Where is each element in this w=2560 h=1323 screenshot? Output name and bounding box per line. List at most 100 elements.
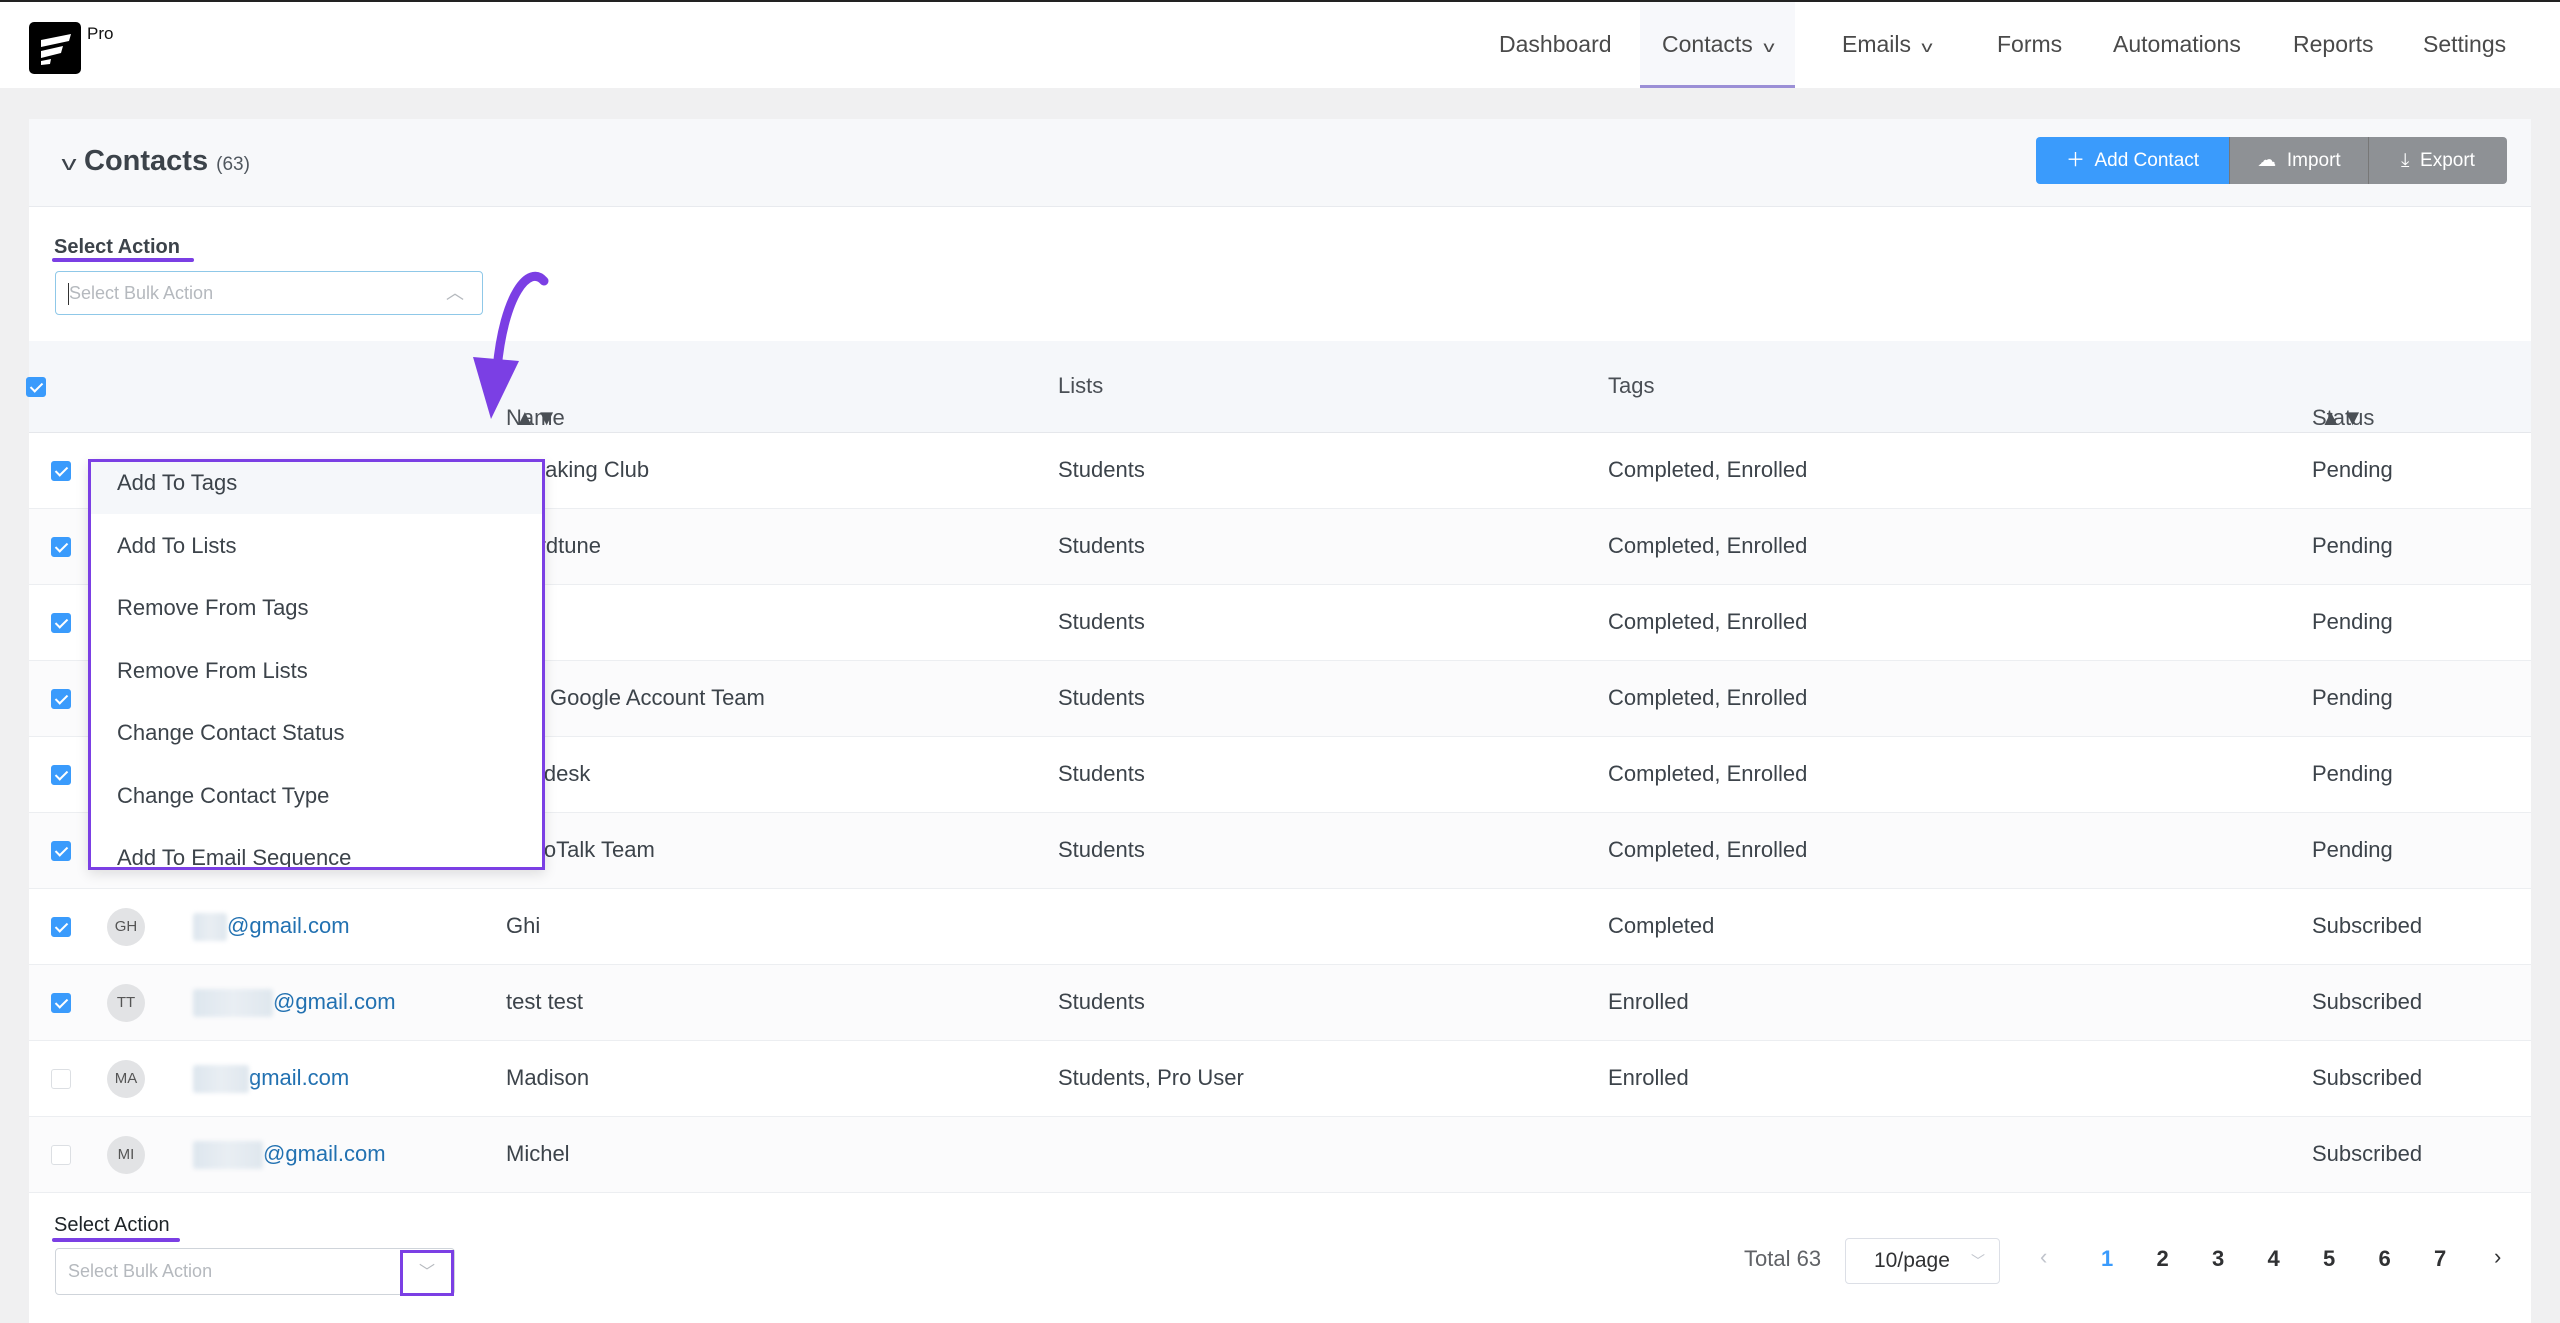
page-size-select[interactable]: 10/page ﹀ — [1845, 1238, 2000, 1284]
download-icon: ⤓ — [2401, 150, 2410, 171]
sort-icon: ▲▼ — [2320, 405, 2364, 430]
contact-status: Pending — [2312, 761, 2393, 786]
chevron-down-icon[interactable]: ﹀ — [400, 1250, 454, 1296]
page-2-button[interactable]: 2 — [2157, 1246, 2169, 1272]
nav-automations[interactable]: Automations — [2113, 2, 2241, 88]
contact-status: Pending — [2312, 457, 2393, 482]
table-row[interactable]: TT @gmail.com test test Students Enrolle… — [29, 965, 2531, 1041]
import-button[interactable]: ☁ Import — [2229, 137, 2368, 184]
prev-page-button[interactable]: ‹ — [2040, 1244, 2047, 1270]
bulk-action-select[interactable]: Select Bulk Action ︿ — [55, 271, 483, 315]
table-row[interactable]: MA gmail.com Madison Students, Pro User … — [29, 1041, 2531, 1117]
dropdown-option[interactable]: Change Contact Status — [91, 702, 542, 764]
contact-tags: Enrolled — [1608, 989, 1689, 1014]
page-5-button[interactable]: 5 — [2323, 1246, 2335, 1272]
contact-email[interactable]: @gmail.com — [193, 1141, 386, 1170]
logo[interactable] — [29, 22, 81, 74]
row-checkbox[interactable] — [51, 993, 71, 1013]
row-checkbox[interactable] — [51, 613, 71, 633]
top-nav: Pro Dashboard Contacts v Emails v Forms Automa… — [0, 2, 2560, 88]
nav-reports[interactable]: Reports — [2293, 2, 2374, 88]
row-checkbox[interactable] — [51, 537, 71, 557]
chevron-down-icon: ﹀ — [1971, 1253, 1985, 1269]
row-checkbox[interactable] — [51, 461, 71, 481]
export-button[interactable]: ⤓ Export — [2368, 137, 2507, 184]
annotation-underline — [52, 1238, 180, 1242]
contact-name: Madison — [506, 1065, 590, 1090]
contact-lists: Students — [1058, 989, 1145, 1014]
bulk-action-select-bottom[interactable]: Select Bulk Action — [55, 1248, 455, 1295]
contact-email[interactable]: @gmail.com — [193, 913, 350, 942]
redacted-email — [193, 1141, 263, 1170]
contact-name: Ghi — [506, 913, 541, 938]
plus-icon: ＋ — [2065, 150, 2085, 171]
page-title[interactable]: v Contacts (63) — [62, 145, 250, 178]
contact-status: Pending — [2312, 685, 2393, 710]
contact-name: test test — [506, 989, 584, 1014]
add-contact-button[interactable]: ＋ Add Contact — [2036, 137, 2229, 184]
dropdown-option[interactable]: Add To Tags — [91, 462, 542, 514]
column-tags: Tags — [1608, 373, 1655, 398]
contact-lists: Students, Pro User — [1058, 1065, 1244, 1090]
next-page-button[interactable]: › — [2494, 1244, 2501, 1270]
dropdown-option[interactable]: Add To Email Sequence — [91, 827, 542, 867]
nav-contacts[interactable]: Contacts v — [1640, 2, 1795, 88]
annotation-arrow — [473, 271, 549, 419]
contact-lists: Students — [1058, 457, 1145, 482]
column-lists: Lists — [1058, 373, 1104, 398]
row-checkbox[interactable] — [51, 1145, 71, 1165]
row-checkbox[interactable] — [51, 689, 71, 709]
nav-dashboard[interactable]: Dashboard — [1499, 2, 1612, 88]
nav-forms[interactable]: Forms — [1997, 2, 2062, 88]
dropdown-option[interactable]: Remove From Tags — [91, 577, 542, 639]
avatar: GH — [107, 908, 145, 946]
contacts-card: v Contacts (63) ＋ Add Contact ☁ Import ⤓ … — [26, 119, 2531, 1323]
row-checkbox[interactable] — [51, 917, 71, 937]
total-count: Total 63 — [1744, 1246, 1822, 1271]
row-checkbox[interactable] — [51, 765, 71, 785]
row-checkbox[interactable] — [51, 841, 71, 861]
page-4-button[interactable]: 4 — [2268, 1246, 2280, 1272]
contact-status: Subscribed — [2312, 989, 2423, 1014]
table-header: Name ▲▼ Lists Tags Status ▲▼ — [26, 341, 2531, 433]
bulk-action-dropdown: Add To Tags Add To Lists Remove From Tags R… — [88, 459, 545, 870]
page-7-button[interactable]: 7 — [2434, 1246, 2446, 1272]
contact-lists: Students — [1058, 533, 1145, 558]
dropdown-option[interactable]: Remove From Lists — [91, 640, 542, 702]
contact-count: (63) — [216, 154, 250, 175]
collapse-chevron-icon[interactable]: v — [62, 153, 77, 176]
select-action-label: Select Action — [54, 236, 180, 258]
contact-tags: Completed, Enrolled — [1608, 609, 1808, 634]
dropdown-option[interactable]: Add To Lists — [91, 515, 542, 577]
avatar: MI — [107, 1136, 145, 1174]
contact-email[interactable]: gmail.com — [193, 1065, 349, 1094]
chevron-down-icon: v — [1763, 39, 1775, 56]
contact-name: Michel — [506, 1141, 570, 1166]
avatar: TT — [107, 984, 145, 1022]
page-6-button[interactable]: 6 — [2379, 1246, 2391, 1272]
contact-status: Pending — [2312, 837, 2393, 862]
select-action-label-bottom: Select Action — [54, 1214, 170, 1236]
contact-tags: Completed, Enrolled — [1608, 761, 1808, 786]
contact-status: Subscribed — [2312, 1065, 2423, 1090]
cloud-upload-icon: ☁ — [2257, 150, 2277, 171]
pro-badge: Pro — [87, 24, 114, 43]
card-header: v Contacts (63) ＋ Add Contact ☁ Import ⤓ … — [29, 119, 2531, 207]
contact-status: Pending — [2312, 609, 2393, 634]
dropdown-option[interactable]: Change Contact Type — [91, 765, 542, 827]
contact-status: Subscribed — [2312, 913, 2423, 938]
nav-settings[interactable]: Settings — [2423, 2, 2506, 88]
table-row[interactable]: GH @gmail.com Ghi Completed Subscribed — [29, 889, 2531, 965]
contact-tags: Completed, Enrolled — [1608, 533, 1808, 558]
avatar: MA — [107, 1060, 145, 1098]
contact-email[interactable]: @gmail.com — [193, 989, 396, 1018]
nav-emails[interactable]: Emails v — [1842, 2, 1933, 88]
contact-tags: Enrolled — [1608, 1065, 1689, 1090]
page-1-button[interactable]: 1 — [2101, 1246, 2113, 1272]
contact-status: Subscribed — [2312, 1141, 2423, 1166]
row-checkbox[interactable] — [51, 1069, 71, 1089]
contact-status: Pending — [2312, 533, 2393, 558]
table-row[interactable]: MI @gmail.com Michel Subscribed — [29, 1117, 2531, 1193]
select-all-checkbox[interactable] — [26, 377, 46, 397]
page-3-button[interactable]: 3 — [2212, 1246, 2224, 1272]
